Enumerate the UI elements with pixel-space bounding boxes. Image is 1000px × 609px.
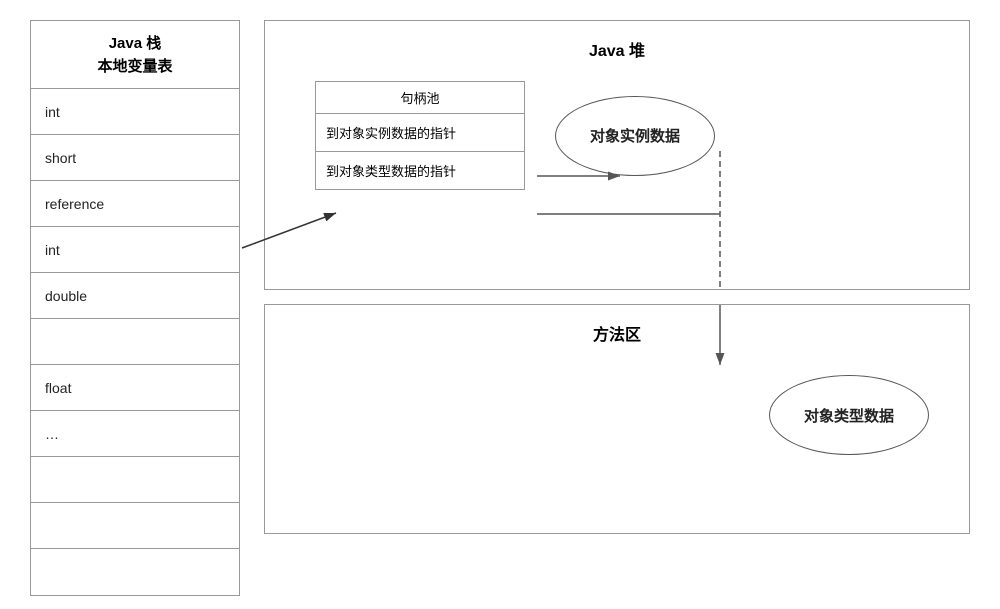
object-instance-container: 对象实例数据: [555, 96, 715, 176]
java-stack-panel: Java 栈 本地变量表 int short reference int dou…: [30, 20, 240, 596]
method-area-title: 方法区: [285, 321, 949, 345]
stack-row-empty1: [31, 319, 239, 365]
stack-row-ellipsis: …: [31, 411, 239, 457]
stack-row-empty2: [31, 457, 239, 503]
object-type-ellipse: 对象类型数据: [769, 375, 929, 455]
handle-pool-row-instance: 到对象实例数据的指针: [316, 113, 524, 151]
stack-row-float: float: [31, 365, 239, 411]
heap-inner: 句柄池 到对象实例数据的指针 到对象类型数据的指针 对象实例数据: [285, 81, 949, 190]
stack-row-int2: int: [31, 227, 239, 273]
right-panel: Java 堆 句柄池 到对象实例数据的指针 到对象类型数据的指针: [264, 20, 970, 534]
diagram-root: Java 栈 本地变量表 int short reference int dou…: [0, 0, 1000, 609]
handle-pool-title: 句柄池: [316, 82, 524, 113]
method-area-panel: 方法区 对象类型数据: [264, 304, 970, 534]
stack-row-empty3: [31, 503, 239, 549]
stack-row-double: double: [31, 273, 239, 319]
java-stack-title: Java 栈 本地变量表: [31, 21, 239, 89]
handle-pool: 句柄池 到对象实例数据的指针 到对象类型数据的指针: [315, 81, 525, 190]
method-area-inner: 对象类型数据: [285, 355, 949, 455]
heap-title: Java 堆: [285, 37, 949, 61]
stack-row-int1: int: [31, 89, 239, 135]
handle-pool-row-type: 到对象类型数据的指针: [316, 151, 524, 189]
object-instance-ellipse: 对象实例数据: [555, 96, 715, 176]
stack-row-reference: reference: [31, 181, 239, 227]
stack-row-empty4: [31, 549, 239, 595]
stack-row-short: short: [31, 135, 239, 181]
java-heap-panel: Java 堆 句柄池 到对象实例数据的指针 到对象类型数据的指针: [264, 20, 970, 290]
